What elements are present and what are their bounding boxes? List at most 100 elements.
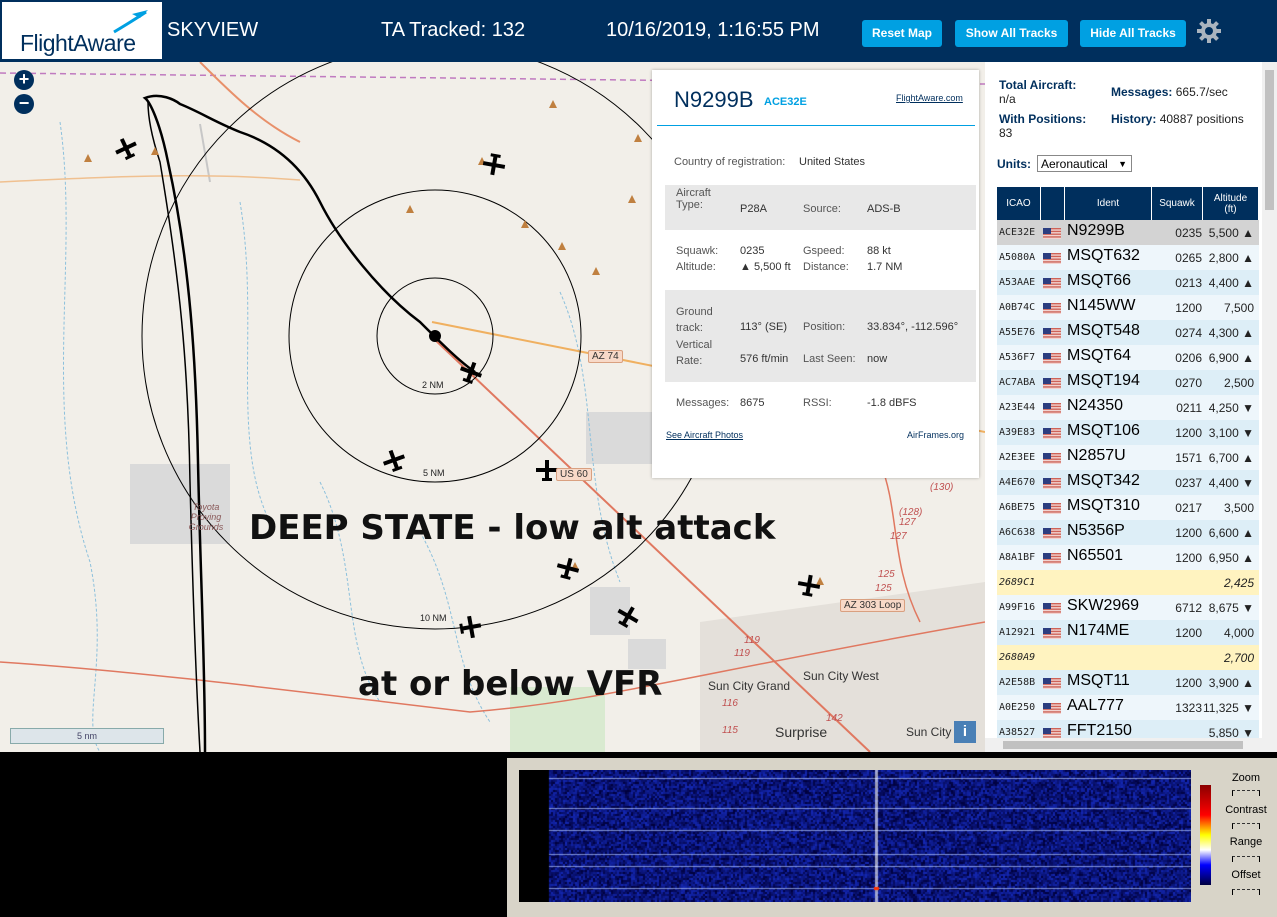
road-label-az74: AZ 74 — [588, 350, 623, 363]
cell-icao: A6BE75 — [999, 502, 1036, 513]
units-label: Units: — [997, 157, 1031, 171]
table-row[interactable]: A8A1BF N65501 1200 6,950 ▲ — [997, 545, 1259, 570]
us-flag-icon — [1043, 378, 1061, 389]
us-flag-icon — [1043, 353, 1061, 364]
table-row[interactable]: A6C638 N5356P 1200 6,600 ▲ — [997, 520, 1259, 545]
table-row[interactable]: A536F7 MSQT64 0206 6,900 ▲ — [997, 345, 1259, 370]
airframes-link[interactable]: AirFrames.org — [907, 430, 964, 440]
top-header: FlightAware SKYVIEW TA Tracked: 132 10/1… — [0, 0, 1277, 62]
table-row[interactable]: A99F16 SKW2969 6712 8,675 ▼ — [997, 595, 1259, 620]
us-flag-icon — [1043, 278, 1061, 289]
cell-ident: MSQT632 — [1067, 247, 1140, 264]
us-flag-icon — [1043, 403, 1061, 414]
table-row[interactable]: A2E58B MSQT11 1200 3,900 ▲ — [997, 670, 1259, 695]
reset-map-button[interactable]: Reset Map — [862, 20, 942, 47]
table-row[interactable]: 2689C1 2,425 — [997, 570, 1259, 595]
cell-icao: AC7ABA — [999, 377, 1036, 388]
route-label: 119 — [744, 635, 760, 646]
spectrogram-waterfall — [519, 770, 1191, 902]
last-seen-value: now — [867, 353, 888, 365]
cell-icao: A536F7 — [999, 352, 1036, 363]
with-positions-value: 83 — [999, 126, 1013, 140]
stat-history: History: 40887 positions — [1111, 112, 1251, 126]
horizontal-scroll-thumb[interactable] — [1003, 741, 1243, 749]
cell-ident: MSQT310 — [1067, 497, 1140, 514]
cell-squawk: 0274 — [1175, 326, 1202, 340]
cell-altitude: 2,425 — [1223, 576, 1254, 590]
cell-icao: ACE32E — [999, 227, 1036, 238]
source-label: Source: — [803, 203, 841, 215]
table-row[interactable]: A0B74C N145WW 1200 7,500 — [997, 295, 1259, 320]
table-row[interactable]: AC7ABA MSQT194 0270 2,500 — [997, 370, 1259, 395]
road-label-us60: US 60 — [556, 468, 592, 481]
offset-slider[interactable] — [1232, 889, 1260, 895]
col-header-flag[interactable] — [1041, 187, 1065, 220]
zoom-slider[interactable] — [1232, 790, 1260, 796]
cell-ident: MSQT11 — [1067, 672, 1130, 689]
cell-icao: 2689C1 — [999, 577, 1036, 588]
gear-icon[interactable] — [1196, 18, 1222, 44]
table-row[interactable]: A0E250 AAL777 1323 11,325 ▼ — [997, 695, 1259, 720]
hide-all-tracks-button[interactable]: Hide All Tracks — [1080, 20, 1186, 47]
zoom-control-label: Zoom — [1231, 772, 1261, 784]
table-row[interactable]: A12921 N174ME 1200 4,000 — [997, 620, 1259, 645]
cell-squawk: 1571 — [1175, 451, 1202, 465]
flightaware-link[interactable]: FlightAware.com — [896, 93, 963, 103]
table-row[interactable]: A53AAE MSQT66 0213 4,400 ▲ — [997, 270, 1259, 295]
cell-altitude: 4,300 ▲ — [1208, 326, 1254, 340]
contrast-slider[interactable] — [1232, 823, 1260, 829]
zoom-in-button[interactable]: + — [14, 70, 34, 90]
cell-squawk: 1200 — [1175, 426, 1202, 440]
zoom-out-button[interactable]: − — [14, 94, 34, 114]
contrast-control-label: Contrast — [1225, 804, 1267, 816]
units-select[interactable]: Aeronautical ▼ — [1037, 155, 1132, 172]
cell-altitude: 2,700 — [1223, 651, 1254, 665]
tracked-count: TA Tracked: 132 — [381, 19, 526, 41]
table-row[interactable]: ACE32E N9299B 0235 5,500 ▲ — [997, 220, 1259, 245]
range-slider[interactable] — [1232, 856, 1260, 862]
history-value: 40887 positions — [1159, 112, 1244, 126]
stat-total: Total Aircraft: n/a — [999, 78, 1076, 106]
us-flag-icon — [1043, 703, 1061, 714]
table-row[interactable]: A2E3EE N2857U 1571 6,700 ▲ — [997, 445, 1259, 470]
flightaware-logo[interactable]: FlightAware — [2, 2, 162, 59]
table-row[interactable]: A4E670 MSQT342 0237 4,400 ▼ — [997, 470, 1259, 495]
cell-ident: MSQT194 — [1067, 372, 1140, 389]
source-value: ADS-B — [867, 203, 901, 215]
cell-ident: MSQT342 — [1067, 472, 1140, 489]
table-row[interactable]: A55E76 MSQT548 0274 4,300 ▲ — [997, 320, 1259, 345]
cell-icao: 2680A9 — [999, 652, 1036, 663]
vertical-scroll-thumb[interactable] — [1265, 70, 1274, 210]
cell-icao: A12921 — [999, 627, 1036, 638]
table-row[interactable]: A6BE75 MSQT310 0217 3,500 — [997, 495, 1259, 520]
info-button[interactable]: i — [954, 721, 976, 743]
cell-icao: A55E76 — [999, 327, 1036, 338]
col-header-squawk[interactable]: Squawk — [1152, 187, 1203, 220]
cell-altitude: 6,900 ▲ — [1208, 351, 1254, 365]
cell-altitude: 5,500 ▲ — [1208, 226, 1254, 240]
cell-squawk: 1200 — [1175, 301, 1202, 315]
table-row[interactable]: A5080A MSQT632 0265 2,800 ▲ — [997, 245, 1259, 270]
table-row[interactable]: A23E44 N24350 0211 4,250 ▼ — [997, 395, 1259, 420]
brand-name: FlightAware — [20, 30, 136, 56]
see-aircraft-photos-link[interactable]: See Aircraft Photos — [666, 430, 743, 440]
cell-icao: A0E250 — [999, 702, 1036, 713]
col-header-icao[interactable]: ICAO — [997, 187, 1041, 220]
col-header-altitude[interactable]: Altitude (ft) — [1203, 187, 1259, 220]
us-flag-icon — [1043, 478, 1061, 489]
place-sun-city-west: Sun City West — [803, 669, 879, 683]
cell-altitude: 4,250 ▼ — [1208, 401, 1254, 415]
messages-rate-label: Messages: — [1111, 85, 1173, 99]
distance-label: Distance: — [803, 261, 849, 273]
cell-icao: A2E58B — [999, 677, 1036, 688]
clock-datetime: 10/16/2019, 1:16:55 PM — [606, 19, 820, 41]
route-label: (130) — [930, 482, 954, 493]
show-all-tracks-button[interactable]: Show All Tracks — [955, 20, 1068, 47]
cell-squawk: 0206 — [1175, 351, 1202, 365]
col-header-ident[interactable]: Ident — [1065, 187, 1152, 220]
table-row[interactable]: A39E83 MSQT106 1200 3,100 ▼ — [997, 420, 1259, 445]
us-flag-icon — [1043, 553, 1061, 564]
cell-squawk: 0237 — [1175, 476, 1202, 490]
table-row[interactable]: 2680A9 2,700 — [997, 645, 1259, 670]
place-surprise: Surprise — [775, 724, 828, 740]
